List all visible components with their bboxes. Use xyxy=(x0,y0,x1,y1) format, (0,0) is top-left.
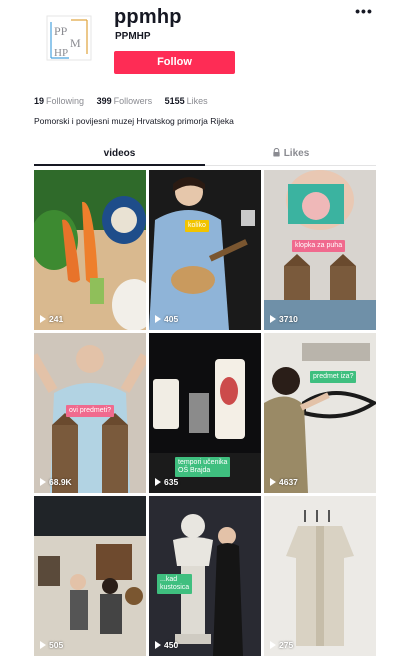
video-caption: tempori učenika OŠ Brajda xyxy=(175,457,231,477)
video-thumbnail xyxy=(34,496,146,656)
video-caption: koliko xyxy=(185,220,209,232)
profile-nickname: PPMHP xyxy=(115,31,151,42)
view-count: 635 xyxy=(155,477,178,487)
profile-header: PP M HP ppmhp PPMHP Follow ••• xyxy=(0,0,407,90)
play-icon xyxy=(270,315,276,323)
profile-username: ppmhp xyxy=(114,6,182,28)
video-grid: 241 koliko 405 klopka za puha 3710 ovi p… xyxy=(34,170,376,656)
view-count: 505 xyxy=(40,640,63,650)
follow-button[interactable]: Follow xyxy=(114,51,235,74)
following-count: 19 xyxy=(34,96,45,106)
svg-text:PP: PP xyxy=(54,24,68,38)
play-icon xyxy=(270,478,276,486)
video-thumbnail xyxy=(264,496,376,656)
video-caption-line2: kustosica xyxy=(160,584,190,591)
lock-icon xyxy=(273,148,280,157)
tab-videos-label: videos xyxy=(103,148,136,159)
video-tile[interactable]: 275 xyxy=(264,496,376,656)
likes-label: Likes xyxy=(186,96,208,106)
view-count: 241 xyxy=(40,314,63,324)
likes-stat: 5155 Likes xyxy=(165,96,208,106)
view-count: 405 xyxy=(155,314,178,324)
play-icon xyxy=(155,315,161,323)
more-options-icon[interactable]: ••• xyxy=(354,4,374,18)
view-count: 4637 xyxy=(270,477,298,487)
video-caption: ovi predmeti? xyxy=(66,405,115,417)
profile-stats: 19 Following 399 Followers 5155 Likes xyxy=(34,96,218,110)
video-thumbnail xyxy=(149,170,261,330)
video-tile[interactable]: predmet iza? 4637 xyxy=(264,333,376,493)
video-tile[interactable]: ...kad kustosica 450 xyxy=(149,496,261,656)
video-tile[interactable]: ovi predmeti? 68.9K xyxy=(34,333,146,493)
likes-count: 5155 xyxy=(164,96,185,106)
tab-likes-label: Likes xyxy=(283,148,310,159)
view-count-text: 241 xyxy=(49,314,64,324)
video-tile[interactable]: 241 xyxy=(34,170,146,330)
play-icon xyxy=(40,641,46,649)
video-tile[interactable]: 505 xyxy=(34,496,146,656)
video-caption-line1: ...kad xyxy=(160,576,178,583)
play-icon xyxy=(40,315,46,323)
view-count: 68.9K xyxy=(40,477,72,487)
video-tile[interactable]: klopka za puha 3710 xyxy=(264,170,376,330)
tab-likes[interactable]: Likes xyxy=(205,146,376,166)
video-caption: predmet iza? xyxy=(310,371,357,383)
svg-text:M: M xyxy=(70,36,81,50)
video-tile[interactable]: koliko 405 xyxy=(149,170,261,330)
followers-stat[interactable]: 399 Followers xyxy=(97,96,153,106)
tab-videos[interactable]: videos xyxy=(34,146,205,166)
svg-text:HP: HP xyxy=(54,47,68,59)
view-count-text: 635 xyxy=(164,477,179,487)
view-count-text: 405 xyxy=(164,314,179,324)
view-count-text: 275 xyxy=(279,640,294,650)
video-caption: ...kad kustosica xyxy=(157,574,193,594)
video-thumbnail xyxy=(34,170,146,330)
view-count-text: 4637 xyxy=(279,477,298,487)
followers-count: 399 xyxy=(96,96,112,106)
view-count-text: 505 xyxy=(49,640,64,650)
play-icon xyxy=(155,478,161,486)
ppmhp-logo-icon: PP M HP xyxy=(45,14,93,62)
video-caption-line1: tempori učenika xyxy=(178,459,228,466)
view-count: 3710 xyxy=(270,314,298,324)
view-count-text: 68.9K xyxy=(49,477,72,487)
profile-tabs: videos Likes xyxy=(34,146,376,166)
profile-bio: Pomorski i povijesni muzej Hrvatskog pri… xyxy=(34,116,234,126)
video-caption: klopka za puha xyxy=(292,240,346,252)
video-tile[interactable]: tempori učenika OŠ Brajda 635 xyxy=(149,333,261,493)
view-count: 275 xyxy=(270,640,293,650)
video-caption-line2: OŠ Brajda xyxy=(178,467,211,474)
view-count-text: 450 xyxy=(164,640,179,650)
following-stat[interactable]: 19 Following xyxy=(34,96,84,106)
view-count-text: 3710 xyxy=(279,314,298,324)
following-label: Following xyxy=(46,96,85,106)
play-icon xyxy=(40,478,46,486)
play-icon xyxy=(270,641,276,649)
play-icon xyxy=(155,641,161,649)
avatar[interactable]: PP M HP xyxy=(45,14,93,62)
followers-label: Followers xyxy=(113,96,153,106)
video-thumbnail xyxy=(264,333,376,493)
view-count: 450 xyxy=(155,640,178,650)
